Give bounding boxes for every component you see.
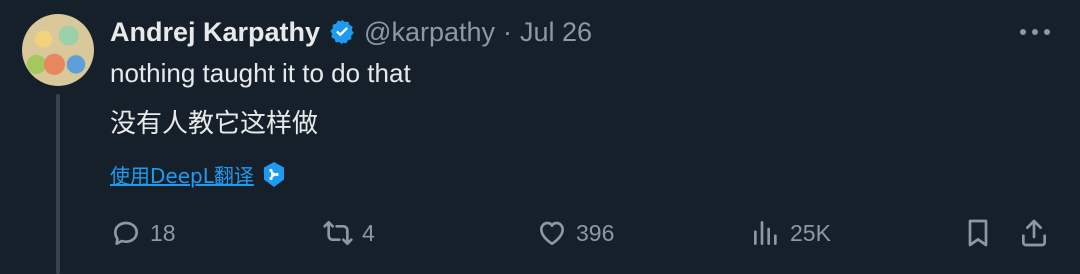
- share-icon: [1022, 219, 1046, 247]
- tweet-actions-bar: 18 4 396 25K: [0, 210, 1080, 256]
- heart-icon: [540, 221, 564, 245]
- header-separator: ·: [503, 16, 513, 47]
- views-button[interactable]: 25K: [750, 210, 831, 256]
- like-button[interactable]: 396: [536, 210, 614, 256]
- bookmark-icon: [968, 219, 988, 247]
- tweet-header: Andrej Karpathy @karpathy · Jul 26: [110, 14, 592, 50]
- views-count: 25K: [790, 219, 831, 246]
- tweet-text-chinese: 没有人教它这样做: [110, 109, 319, 139]
- retweet-button[interactable]: 4: [322, 210, 375, 256]
- bookmark-button[interactable]: [962, 210, 994, 256]
- more-dots-icon[interactable]: [1018, 20, 1052, 44]
- retweet-count: 4: [362, 219, 375, 246]
- author-handle[interactable]: @karpathy: [364, 17, 495, 48]
- reply-count: 18: [150, 219, 176, 246]
- reply-icon: [114, 221, 138, 245]
- translate-link[interactable]: 使用DeepL翻译: [110, 160, 254, 189]
- share-button[interactable]: [1018, 210, 1050, 256]
- views-icon: [754, 221, 777, 245]
- verified-badge-icon: [328, 18, 356, 46]
- avatar[interactable]: [22, 14, 94, 86]
- author-name[interactable]: Andrej Karpathy: [110, 17, 320, 48]
- retweet-icon: [323, 221, 353, 245]
- translate-row: 使用DeepL翻译: [110, 160, 286, 189]
- reply-button[interactable]: 18: [110, 210, 176, 256]
- like-count: 396: [576, 219, 615, 246]
- tweet-text-english: nothing taught it to do that: [110, 58, 411, 88]
- deepl-icon[interactable]: [262, 161, 286, 189]
- tweet-date[interactable]: Jul 26: [520, 17, 592, 48]
